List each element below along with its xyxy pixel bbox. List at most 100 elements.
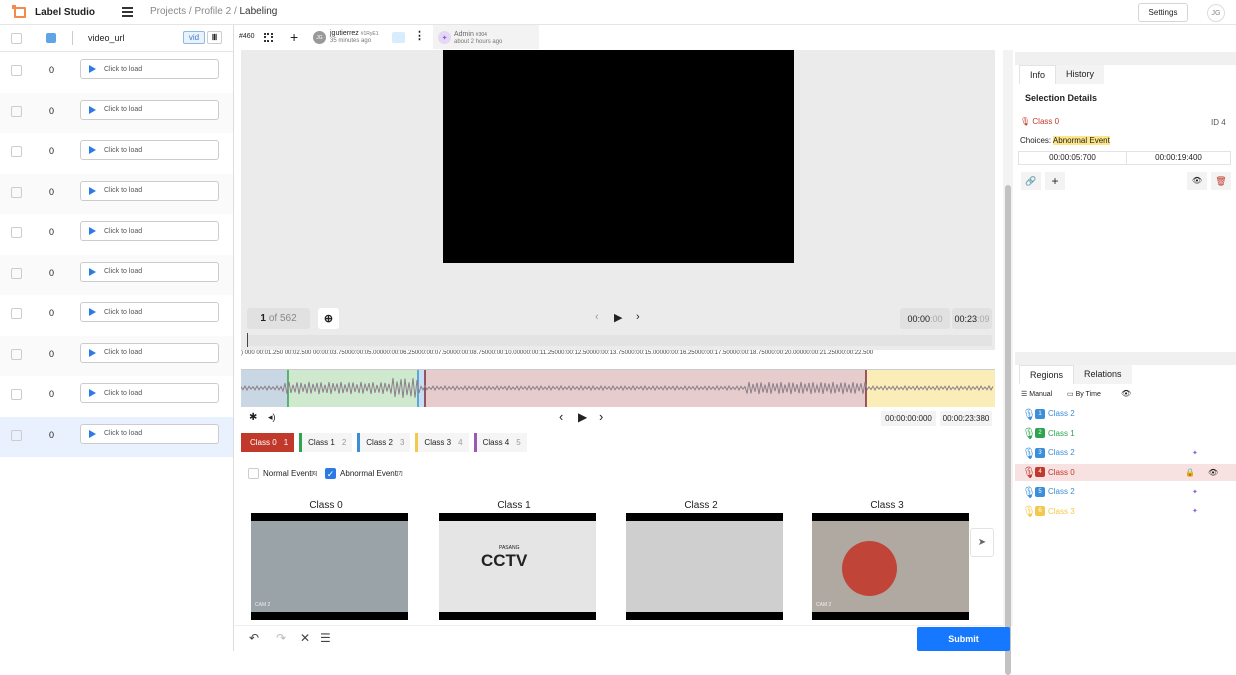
region-item[interactable]: 🎙 3 Class 2 ✦: [1022, 444, 1236, 461]
row-checkbox[interactable]: [11, 186, 22, 198]
eye-icon[interactable]: 👁: [1208, 468, 1218, 477]
click-to-load-button[interactable]: Click to load: [80, 302, 219, 322]
table-row[interactable]: 0 Click to load: [0, 335, 233, 376]
row-checkbox[interactable]: [11, 227, 22, 238]
region-times: 00:00:05:700 00:00:19:400: [1018, 151, 1231, 165]
table-row[interactable]: 0 Click to load: [0, 295, 233, 336]
settings-icon[interactable]: ✱: [249, 412, 257, 423]
table-row[interactable]: 0 Click to load: [0, 173, 233, 214]
grid-view-icon[interactable]: [46, 33, 56, 43]
row-checkbox[interactable]: [11, 65, 22, 76]
zoom-icon[interactable]: ⊕: [318, 308, 339, 329]
timeline-cursor[interactable]: [247, 333, 248, 347]
click-to-load-button[interactable]: Click to load: [80, 383, 219, 403]
select-all-checkbox[interactable]: [11, 33, 22, 44]
annotation-tab-admin[interactable]: Admin #304 about 2 hours ago: [454, 31, 502, 46]
play-icon: [89, 227, 96, 235]
row-id: 0: [49, 186, 55, 197]
mic-icon: 🎙: [1020, 117, 1031, 126]
volume-icon[interactable]: ◂): [268, 412, 276, 423]
table-row[interactable]: 0 Click to load: [0, 214, 233, 255]
sort-manual[interactable]: ☰ Manual: [1021, 390, 1052, 398]
settings-sliders-icon[interactable]: ☰: [320, 631, 331, 645]
click-to-load-button[interactable]: Click to load: [80, 261, 219, 282]
audio-play-icon[interactable]: ▶: [578, 410, 587, 424]
lock-icon[interactable]: 🔒: [1185, 468, 1195, 477]
prev-frame-icon[interactable]: ‹: [595, 311, 599, 323]
eye-icon[interactable]: 👁: [1121, 389, 1131, 398]
link-icon[interactable]: 🔗: [1021, 172, 1041, 190]
region-item[interactable]: 🎙 4 Class 0 🔒 👁: [1015, 463, 1236, 481]
row-checkbox[interactable]: [11, 429, 22, 441]
audio-waveform[interactable]: [241, 370, 995, 407]
click-to-load-button[interactable]: Click to load: [80, 342, 219, 363]
next-frame-icon[interactable]: ›: [636, 311, 640, 323]
click-to-load-button[interactable]: Click to load: [80, 221, 219, 241]
tab-history[interactable]: History: [1056, 65, 1105, 84]
click-to-load-button[interactable]: Click to load: [80, 180, 219, 201]
audio-prev-icon[interactable]: ‹: [559, 409, 563, 424]
row-checkbox[interactable]: [11, 308, 22, 319]
redo-icon[interactable]: ↷: [276, 631, 286, 645]
row-checkbox[interactable]: [11, 267, 22, 279]
prediction-icon: ✦: [1192, 508, 1198, 515]
breadcrumb-projects[interactable]: Projects: [150, 6, 186, 17]
label-button[interactable]: Class 34: [415, 433, 469, 452]
tab-info[interactable]: Info: [1019, 65, 1057, 84]
click-to-load-button[interactable]: Click to load: [80, 423, 219, 444]
label-button[interactable]: Class 23: [357, 433, 411, 452]
column-header[interactable]: video_url: [88, 33, 125, 43]
row-checkbox[interactable]: [11, 146, 22, 157]
click-to-load-button[interactable]: Click to load: [80, 59, 219, 79]
region-item[interactable]: 🎙 1 Class 2: [1022, 405, 1236, 422]
video-timeline[interactable]: [247, 335, 992, 346]
grid-icon[interactable]: [264, 33, 273, 42]
annotation-tab-user1[interactable]: jgutierrez #1RyE1 35 minutes ago: [330, 30, 379, 45]
click-to-load-button[interactable]: Click to load: [80, 99, 219, 120]
audio-controls: ✱ ◂) ‹ ▶ › 00:00:00:000 00:00:23:380: [241, 407, 995, 429]
tab-relations[interactable]: Relations: [1074, 365, 1132, 384]
abnormal-event-checkbox[interactable]: ✓: [325, 468, 337, 479]
table-row[interactable]: 0 Click to load: [0, 254, 233, 295]
label-button[interactable]: Class 12: [299, 433, 353, 452]
region-item[interactable]: 🎙 2 Class 1: [1022, 425, 1236, 442]
region-item[interactable]: 🎙 6 Class 3 ✦: [1022, 503, 1236, 520]
audio-next-icon[interactable]: ›: [599, 409, 603, 424]
task-list-header: video_url vid Ⅲ: [0, 25, 233, 52]
row-checkbox[interactable]: [11, 389, 22, 400]
label-button[interactable]: Class 01: [241, 433, 295, 452]
table-row[interactable]: 0 Click to load: [0, 133, 233, 174]
mic-icon: 🎙: [1022, 408, 1036, 421]
user-avatar[interactable]: JG: [1207, 4, 1225, 22]
delete-icon[interactable]: 🗑: [1211, 172, 1231, 190]
region-item[interactable]: 🎙 5 Class 2 ✦: [1022, 483, 1236, 500]
table-row[interactable]: 0 Click to load: [0, 92, 233, 133]
breadcrumb-project[interactable]: Profile 2: [194, 6, 231, 17]
play-icon[interactable]: ▶: [614, 311, 622, 324]
prediction-icon[interactable]: [392, 32, 405, 43]
row-checkbox[interactable]: [11, 105, 22, 117]
video-player[interactable]: [443, 50, 794, 263]
label-button[interactable]: Class 45: [473, 433, 527, 452]
sort-by-time[interactable]: ▭ By Time: [1067, 390, 1101, 398]
submit-button[interactable]: Submit: [917, 627, 1010, 651]
normal-event-checkbox[interactable]: [248, 468, 259, 479]
add-icon[interactable]: +: [1045, 172, 1065, 190]
visibility-icon[interactable]: 👁: [1187, 172, 1207, 190]
table-row[interactable]: 0 Click to load: [0, 416, 233, 457]
table-row[interactable]: 0 Click to load: [0, 52, 233, 93]
frame-counter[interactable]: 1 of 562: [247, 308, 310, 329]
table-row[interactable]: 0 Click to load: [0, 376, 233, 417]
settings-button[interactable]: Settings: [1138, 3, 1188, 22]
reset-icon[interactable]: ✕: [300, 631, 310, 645]
tab-regions[interactable]: Regions: [1019, 365, 1075, 384]
click-to-load-button[interactable]: Click to load: [80, 140, 219, 160]
columns-icon[interactable]: Ⅲ: [207, 31, 222, 44]
row-checkbox[interactable]: [11, 348, 22, 360]
undo-icon[interactable]: ↶: [249, 631, 259, 645]
cursor-icon[interactable]: ➤: [970, 528, 994, 557]
menu-icon[interactable]: [122, 7, 133, 17]
add-annotation-icon[interactable]: +: [290, 29, 298, 45]
vertical-scrollbar[interactable]: [1003, 50, 1013, 675]
more-options-icon[interactable]: ⋮: [414, 29, 425, 42]
